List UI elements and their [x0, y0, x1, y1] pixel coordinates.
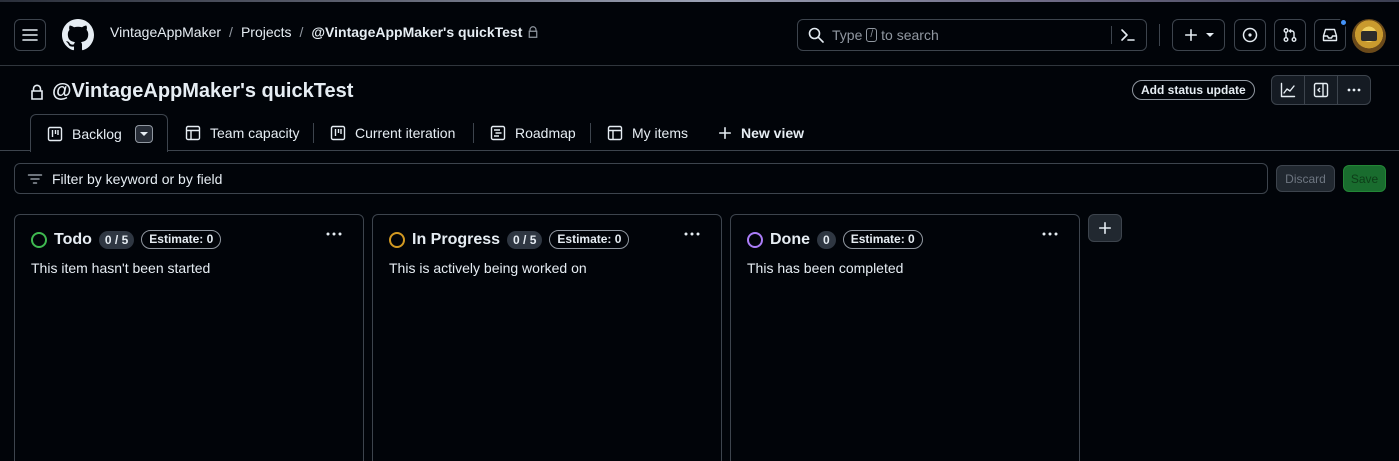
global-header: VintageAppMaker / Projects / @VintageApp…: [0, 2, 1399, 66]
breadcrumb-projects[interactable]: Projects: [241, 24, 292, 40]
status-circle-icon: [31, 231, 47, 248]
search-icon: [808, 27, 824, 43]
breadcrumb-separator: /: [229, 24, 233, 40]
hamburger-icon: [22, 29, 38, 41]
tab-divider: [473, 123, 474, 143]
breadcrumb: VintageAppMaker / Projects / @VintageApp…: [110, 24, 539, 40]
search-input[interactable]: Type / to search: [797, 19, 1147, 51]
breadcrumb-owner[interactable]: VintageAppMaker: [110, 24, 221, 40]
project-actions-group: [1271, 75, 1371, 105]
tab-label: Team capacity: [210, 124, 300, 141]
search-suffix: to search: [881, 27, 939, 43]
caret-down-icon: [139, 131, 148, 136]
side-panel-button[interactable]: [1305, 76, 1338, 104]
add-column-button[interactable]: [1088, 214, 1122, 242]
breadcrumb-separator: /: [299, 24, 304, 40]
filter-icon: [27, 173, 43, 184]
column-header: In Progress 0 / 5 Estimate: 0: [389, 230, 630, 249]
board-icon: [330, 125, 346, 140]
tab-new-view[interactable]: New view: [718, 114, 804, 151]
issues-icon: [1242, 27, 1258, 43]
view-options-button[interactable]: [134, 124, 153, 143]
insights-button[interactable]: [1272, 76, 1305, 104]
inbox-icon: [1322, 28, 1338, 42]
lock-icon: [31, 84, 43, 100]
column-description: This has been completed: [747, 260, 904, 276]
column-header: Todo 0 / 5 Estimate: 0: [31, 230, 222, 249]
kebab-horizontal-icon: [1042, 232, 1058, 236]
column-menu-button[interactable]: [1041, 231, 1059, 237]
board-column-todo: Todo 0 / 5 Estimate: 0 This item hasn't …: [14, 214, 364, 461]
menu-button[interactable]: [14, 19, 46, 51]
tab-label: Backlog: [72, 125, 122, 142]
tab-roadmap[interactable]: Roadmap: [490, 114, 576, 151]
column-title: Todo: [54, 230, 92, 248]
column-estimate: Estimate: 0: [842, 230, 923, 249]
search-divider: [1111, 26, 1112, 44]
tab-label: Roadmap: [515, 124, 576, 141]
tab-divider: [590, 123, 591, 143]
column-title: Done: [770, 230, 810, 248]
view-tabs: Backlog Team capacity Current iteration …: [0, 114, 1399, 152]
tab-label: New view: [741, 124, 805, 141]
command-palette-icon[interactable]: [1120, 27, 1136, 43]
issues-button[interactable]: [1234, 19, 1266, 51]
github-logo[interactable]: [62, 19, 94, 51]
table-icon: [607, 125, 623, 140]
column-header: Done 0 Estimate: 0: [747, 230, 923, 249]
github-logo-icon: [62, 19, 94, 51]
column-title: In Progress: [412, 230, 501, 248]
graph-icon: [1280, 82, 1296, 98]
caret-down-icon: [1205, 33, 1214, 37]
project-title: @VintageAppMaker's quickTest: [52, 80, 354, 102]
avatar[interactable]: [1352, 19, 1386, 53]
plus-icon: [1184, 28, 1197, 42]
column-menu-button[interactable]: [325, 231, 343, 237]
lock-icon: [529, 26, 538, 38]
tab-label: Current iteration: [355, 124, 456, 141]
plus-icon: [1098, 221, 1112, 235]
board-column-in-progress: In Progress 0 / 5 Estimate: 0 This is ac…: [372, 214, 722, 461]
board-icon: [47, 126, 63, 141]
filter-input[interactable]: Filter by keyword or by field: [14, 163, 1268, 194]
roadmap-icon: [490, 125, 506, 140]
kebab-horizontal-icon: [684, 232, 700, 236]
sidebar-expand-icon: [1313, 82, 1329, 98]
notification-dot: [1339, 18, 1348, 27]
tab-backlog[interactable]: Backlog: [30, 114, 168, 152]
kebab-horizontal-icon: [1347, 88, 1361, 92]
column-description: This item hasn't been started: [31, 260, 211, 276]
tab-current-iteration[interactable]: Current iteration: [330, 114, 455, 151]
kebab-horizontal-icon: [326, 232, 342, 236]
column-estimate: Estimate: 0: [141, 230, 222, 249]
table-icon: [185, 125, 201, 140]
status-circle-icon: [747, 231, 763, 248]
tab-team-capacity[interactable]: Team capacity: [185, 114, 299, 151]
discard-button[interactable]: Discard: [1276, 165, 1335, 192]
column-count: 0: [817, 230, 836, 249]
pull-requests-button[interactable]: [1274, 19, 1306, 51]
pull-request-icon: [1283, 28, 1297, 42]
breadcrumb-project[interactable]: @VintageAppMaker's quickTest: [311, 24, 522, 40]
tab-divider: [313, 123, 314, 143]
create-new-button[interactable]: [1172, 19, 1225, 51]
column-estimate: Estimate: 0: [549, 230, 630, 249]
column-description: This is actively being worked on: [389, 260, 587, 276]
page-title: @VintageAppMaker's quickTest: [30, 80, 353, 103]
more-options-button[interactable]: [1338, 76, 1370, 104]
filter-placeholder: Filter by keyword or by field: [52, 170, 223, 187]
save-button[interactable]: Save: [1343, 165, 1386, 192]
header-divider: [1159, 24, 1160, 46]
status-circle-icon: [389, 231, 405, 248]
search-prefix: Type: [832, 27, 863, 43]
search-shortcut-key: /: [866, 28, 878, 42]
column-count: 0 / 5: [507, 230, 543, 249]
board-column-done: Done 0 Estimate: 0 This has been complet…: [730, 214, 1080, 461]
add-status-update-button[interactable]: Add status update: [1132, 80, 1255, 100]
plus-icon: [718, 126, 732, 139]
tab-my-items[interactable]: My items: [607, 114, 688, 151]
column-menu-button[interactable]: [683, 231, 701, 237]
column-count: 0 / 5: [98, 230, 135, 249]
tab-label: My items: [632, 124, 688, 141]
